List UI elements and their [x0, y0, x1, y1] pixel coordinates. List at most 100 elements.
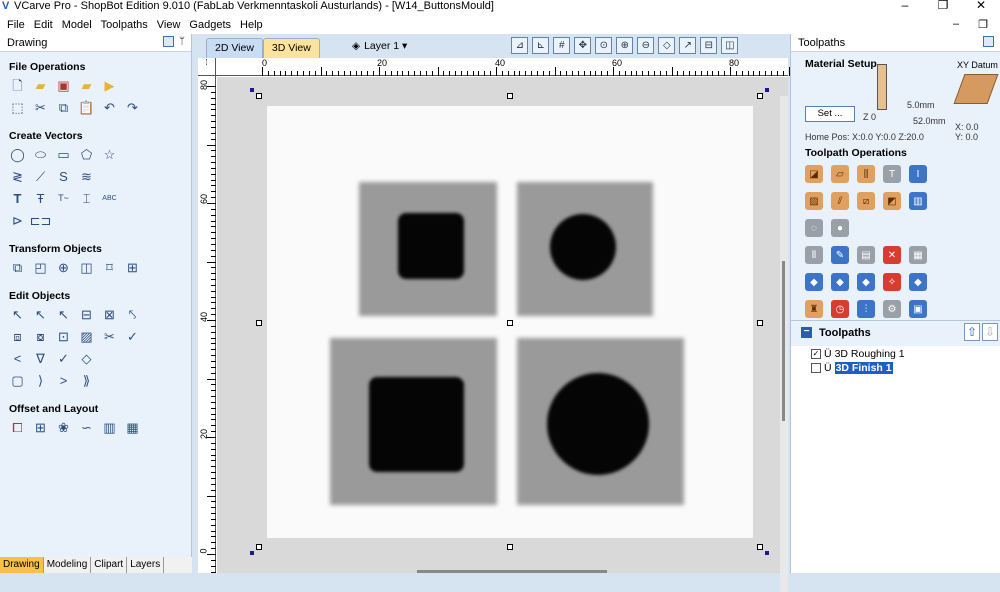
- zoom-out-icon[interactable]: ⊖: [637, 37, 655, 54]
- merge-icon[interactable]: ✧: [883, 273, 901, 291]
- work-area[interactable]: [217, 77, 788, 592]
- diamond-icon[interactable]: ◇: [78, 350, 95, 367]
- selection-handle[interactable]: [256, 320, 262, 326]
- zoom-in-icon[interactable]: ⊕: [616, 37, 634, 54]
- preview-all-icon[interactable]: ◆: [857, 273, 875, 291]
- 2d-view-canvas[interactable]: ⁞ 0 20 40 60 80 80 60 40 20 0: [198, 58, 819, 592]
- check-icon[interactable]: ✓: [55, 350, 72, 367]
- move-down-arrow-icon[interactable]: ⇩: [982, 323, 998, 341]
- tool-list-icon[interactable]: ⫴: [805, 246, 823, 264]
- dock-icon[interactable]: [163, 36, 174, 47]
- menu-view[interactable]: View: [154, 19, 187, 31]
- array-icon[interactable]: ⊞: [32, 419, 49, 436]
- settings-icon[interactable]: ⚙: [883, 300, 901, 318]
- collapse-icon[interactable]: −: [801, 327, 812, 338]
- circle-icon[interactable]: ◯: [9, 146, 26, 163]
- prism-toolpath-icon[interactable]: ⧄: [857, 192, 875, 210]
- menu-model[interactable]: Model: [59, 19, 98, 31]
- move-icon[interactable]: ⧉: [9, 259, 26, 276]
- restore-button[interactable]: ❐: [924, 0, 962, 16]
- simulate-icon[interactable]: ♜: [805, 300, 823, 318]
- abc-text-icon[interactable]: ABC: [101, 190, 118, 207]
- mdi-restore-button[interactable]: ❐: [975, 18, 994, 31]
- dimension-icon[interactable]: ⊳: [9, 212, 26, 229]
- close-vector-icon[interactable]: ✓: [124, 328, 141, 345]
- vertical-scrollbar[interactable]: [780, 96, 788, 592]
- texture-toolpath-icon[interactable]: ▨: [805, 192, 823, 210]
- select-all-icon[interactable]: ⬚: [9, 99, 26, 116]
- intersect-icon[interactable]: ⊡: [55, 328, 72, 345]
- line-icon[interactable]: ⟋: [32, 168, 49, 185]
- measure-icon[interactable]: ⊏⊐: [30, 212, 52, 229]
- minimize-button[interactable]: –: [886, 0, 924, 16]
- mdi-minimize-button[interactable]: –: [950, 18, 965, 31]
- import-icon[interactable]: ▶: [101, 77, 118, 94]
- paste-icon[interactable]: 📋: [78, 99, 95, 116]
- time-estimate-icon[interactable]: ◷: [831, 300, 849, 318]
- polyline-icon[interactable]: ≷: [9, 168, 26, 185]
- toolpath-checkbox[interactable]: ✓: [811, 349, 821, 359]
- redo-icon[interactable]: ↷: [124, 99, 141, 116]
- save-toolpath-icon[interactable]: ▣: [909, 300, 927, 318]
- text-fit-icon[interactable]: ⌶: [78, 190, 95, 207]
- ungroup-icon[interactable]: ⊠: [101, 306, 118, 323]
- v-carve-toolpath-icon[interactable]: I: [909, 165, 927, 183]
- pan-icon[interactable]: ✥: [574, 37, 592, 54]
- polygon-icon[interactable]: ⬠: [78, 146, 95, 163]
- new-file-icon[interactable]: 🗋: [9, 77, 26, 94]
- show-toolpaths-icon[interactable]: ↗: [679, 37, 697, 54]
- rounded-icon[interactable]: ▢: [9, 372, 26, 389]
- dock-icon[interactable]: [983, 36, 994, 47]
- preview-icon[interactable]: ◆: [805, 273, 823, 291]
- snap-icon[interactable]: ⊿: [511, 37, 529, 54]
- tab-layers[interactable]: Layers: [127, 557, 165, 573]
- toolpath-item[interactable]: ✓ Ü 3D Roughing 1: [811, 348, 905, 360]
- save-file-icon[interactable]: ▣: [55, 77, 72, 94]
- v-shape-icon[interactable]: ∇: [32, 350, 49, 367]
- move-up-arrow-icon[interactable]: ⇧: [964, 323, 980, 341]
- curve-icon[interactable]: S: [55, 168, 72, 185]
- fluting-toolpath-icon[interactable]: ⫽: [831, 192, 849, 210]
- menu-gadgets[interactable]: Gadgets: [186, 19, 237, 31]
- tab-clipart[interactable]: Clipart: [91, 557, 128, 573]
- pin-icon[interactable]: ᛘ: [179, 36, 185, 47]
- distort-icon[interactable]: ⌑: [101, 259, 118, 276]
- show-vectors-icon[interactable]: ◇: [658, 37, 676, 54]
- angle-icon[interactable]: >: [55, 372, 72, 389]
- selection-handle[interactable]: [757, 544, 763, 550]
- slice-icon[interactable]: ⫶: [857, 300, 875, 318]
- hatch-icon[interactable]: ▨: [78, 328, 95, 345]
- tab-3d-view[interactable]: 3D View: [262, 38, 320, 58]
- trim-icon[interactable]: ⤣: [124, 306, 141, 323]
- tab-drawing[interactable]: Drawing: [0, 557, 44, 573]
- selection-handle[interactable]: [507, 320, 513, 326]
- mirror-icon[interactable]: ◫: [78, 259, 95, 276]
- ellipse-icon[interactable]: ⬭: [32, 146, 49, 163]
- weld-icon[interactable]: ⧈: [9, 328, 26, 345]
- profile-toolpath-icon[interactable]: ◪: [805, 165, 823, 183]
- selection-handle[interactable]: [757, 93, 763, 99]
- text-on-curve-icon[interactable]: Ŧ: [32, 190, 49, 207]
- text-icon[interactable]: T: [9, 190, 26, 207]
- menu-file[interactable]: File: [4, 19, 31, 31]
- xy-datum-icon[interactable]: [953, 74, 999, 104]
- finish-toolpath-icon[interactable]: ▥: [909, 192, 927, 210]
- star-icon[interactable]: ☆: [101, 146, 118, 163]
- tab-2d-view[interactable]: 2D View: [206, 38, 263, 58]
- select-icon[interactable]: ↖: [9, 306, 26, 323]
- menu-help[interactable]: Help: [237, 19, 269, 31]
- open-file-icon[interactable]: ▰: [32, 77, 49, 94]
- inlay-toolpath-icon[interactable]: T: [883, 165, 901, 183]
- selection-handle[interactable]: [507, 544, 513, 550]
- edit-toolpath-icon[interactable]: ✎: [831, 246, 849, 264]
- scale-icon[interactable]: ◰: [32, 259, 49, 276]
- pocket-toolpath-icon[interactable]: ▱: [831, 165, 849, 183]
- node-edit-icon[interactable]: ↖: [32, 306, 49, 323]
- material-set-button[interactable]: Set ...: [805, 106, 855, 122]
- circular-icon[interactable]: ❀: [55, 419, 72, 436]
- close-button[interactable]: ✕: [962, 0, 1000, 16]
- drill-toolpath-icon[interactable]: ⫼: [857, 165, 875, 183]
- pattern-icon[interactable]: ▦: [124, 419, 141, 436]
- tab-modeling[interactable]: Modeling: [44, 557, 92, 573]
- smooth-icon[interactable]: ↖: [55, 306, 72, 323]
